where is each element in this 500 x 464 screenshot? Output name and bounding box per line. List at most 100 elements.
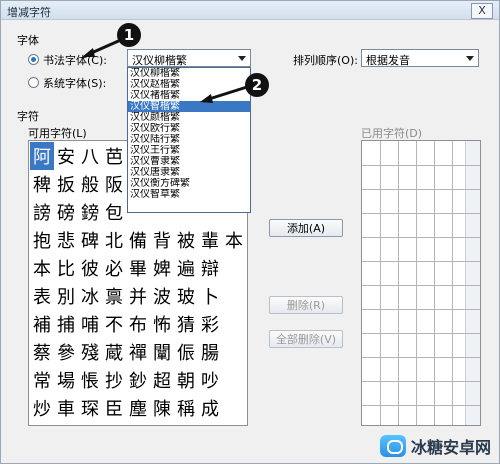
dropdown-item[interactable]: 汉仪王行繁: [128, 145, 250, 156]
char-cell[interactable]: 蔡: [30, 338, 54, 366]
char-cell[interactable]: 抱: [30, 226, 54, 254]
grid-line: [362, 213, 480, 214]
calligraphy-font-radio[interactable]: [28, 54, 39, 65]
char-cell[interactable]: 怖: [150, 310, 174, 338]
char-cell[interactable]: 塵: [126, 394, 150, 422]
char-cell[interactable]: 包: [102, 198, 126, 226]
char-cell[interactable]: 悲: [54, 226, 78, 254]
grid-line: [380, 141, 381, 425]
char-cell[interactable]: 捕: [54, 310, 78, 338]
char-cell[interactable]: 冰: [78, 282, 102, 310]
char-cell[interactable]: 腸: [198, 338, 222, 366]
used-chars-grid[interactable]: [361, 140, 481, 426]
char-cell[interactable]: 本: [222, 226, 246, 254]
char-cell[interactable]: 芭: [102, 142, 126, 170]
title-bar: 增减字符 X: [1, 1, 499, 20]
char-cell[interactable]: 波: [150, 282, 174, 310]
char-cell[interactable]: 彼: [78, 254, 102, 282]
grid-line: [398, 141, 399, 425]
char-cell[interactable]: 別: [54, 282, 78, 310]
char-cell[interactable]: 參: [54, 338, 78, 366]
char-cell[interactable]: 玻: [174, 282, 198, 310]
char-cell[interactable]: 比: [54, 254, 78, 282]
char-cell[interactable]: 稗: [30, 170, 54, 198]
char-cell[interactable]: 常: [30, 366, 54, 394]
char-cell[interactable]: 蔵: [102, 338, 126, 366]
dropdown-item[interactable]: 汉仪衡方碑繁: [128, 178, 250, 189]
char-cell[interactable]: 車: [54, 394, 78, 422]
delete-all-button[interactable]: 全部删除(V): [269, 330, 343, 348]
char-cell[interactable]: 必: [102, 254, 126, 282]
font-combo[interactable]: 汉仪柳楷繁: [127, 49, 251, 67]
char-cell[interactable]: 禪: [126, 338, 150, 366]
char-cell[interactable]: 般: [78, 170, 102, 198]
chars-group-label: 字符: [17, 110, 39, 123]
char-cell[interactable]: 謗: [30, 198, 54, 226]
system-font-radio[interactable]: [28, 77, 39, 88]
char-cell[interactable]: 陳: [150, 394, 174, 422]
char-cell[interactable]: 臣: [102, 394, 126, 422]
char-cell[interactable]: 北: [102, 226, 126, 254]
sort-order-combo[interactable]: 根据发音: [361, 49, 479, 67]
char-cell[interactable]: 成: [198, 394, 222, 422]
dropdown-item[interactable]: 汉仪智草繁: [128, 189, 250, 200]
grid-line: [362, 405, 480, 406]
char-cell[interactable]: 超: [150, 366, 174, 394]
close-button[interactable]: X: [471, 3, 493, 19]
char-cell[interactable]: 炒: [30, 394, 54, 422]
char-cell[interactable]: 猜: [174, 310, 198, 338]
grid-line: [434, 141, 435, 425]
char-cell[interactable]: 闡: [150, 338, 174, 366]
char-cell[interactable]: 禀: [102, 282, 126, 310]
char-cell[interactable]: 遍: [174, 254, 198, 282]
char-cell[interactable]: 侲: [174, 338, 198, 366]
chevron-down-icon: [238, 56, 246, 61]
char-cell[interactable]: 婢: [150, 254, 174, 282]
char-cell[interactable]: 殘: [78, 338, 102, 366]
char-cell[interactable]: 吵: [198, 366, 222, 394]
char-cell[interactable]: 安: [54, 142, 78, 170]
dropdown-item[interactable]: 汉仪颜楷繁: [128, 112, 250, 123]
grid-line: [362, 357, 480, 358]
char-cell[interactable]: 抄: [102, 366, 126, 394]
char-cell[interactable]: 輩: [198, 226, 222, 254]
dropdown-item[interactable]: 汉仪陆行繁: [128, 134, 250, 145]
char-cell[interactable]: 卜: [198, 282, 222, 310]
char-cell[interactable]: 琛: [78, 394, 102, 422]
grid-line: [362, 333, 480, 334]
dropdown-item[interactable]: 汉仪欧行繁: [128, 123, 250, 134]
char-cell[interactable]: 背: [150, 226, 174, 254]
dropdown-item[interactable]: 汉仪唐隶繁: [128, 167, 250, 178]
delete-button[interactable]: 删除(R): [269, 296, 343, 314]
char-cell[interactable]: 本: [30, 254, 54, 282]
char-cell[interactable]: 哺: [78, 310, 102, 338]
dropdown-item[interactable]: 汉仪曹隶繁: [128, 156, 250, 167]
char-cell[interactable]: 八: [78, 142, 102, 170]
char-cell[interactable]: 鎊: [78, 198, 102, 226]
char-cell[interactable]: 稱: [174, 394, 198, 422]
char-cell[interactable]: 場: [54, 366, 78, 394]
char-cell[interactable]: 補: [30, 310, 54, 338]
used-chars-scrollbar[interactable]: [465, 141, 480, 425]
char-cell[interactable]: 阪: [102, 170, 126, 198]
char-cell[interactable]: 鈔: [126, 366, 150, 394]
grid-line: [362, 381, 480, 382]
char-cell[interactable]: 不: [102, 310, 126, 338]
char-cell[interactable]: 彩: [198, 310, 222, 338]
char-cell[interactable]: 磅: [54, 198, 78, 226]
char-cell[interactable]: 備: [126, 226, 150, 254]
char-cell[interactable]: 悵: [78, 366, 102, 394]
callout-1-badge: 1: [117, 23, 141, 47]
add-button[interactable]: 添加(A): [269, 219, 343, 237]
char-cell[interactable]: 表: [30, 282, 54, 310]
char-cell[interactable]: 扳: [54, 170, 78, 198]
char-cell[interactable]: 碑: [78, 226, 102, 254]
char-cell[interactable]: 辯: [198, 254, 222, 282]
char-cell[interactable]: 布: [126, 310, 150, 338]
char-cell[interactable]: 并: [126, 282, 150, 310]
char-cell[interactable]: 阿: [30, 142, 54, 170]
char-cell[interactable]: 畢: [126, 254, 150, 282]
dropdown-item[interactable]: 汉仪柳楷繁: [128, 68, 250, 79]
char-cell[interactable]: 朝: [174, 366, 198, 394]
char-cell[interactable]: 被: [174, 226, 198, 254]
